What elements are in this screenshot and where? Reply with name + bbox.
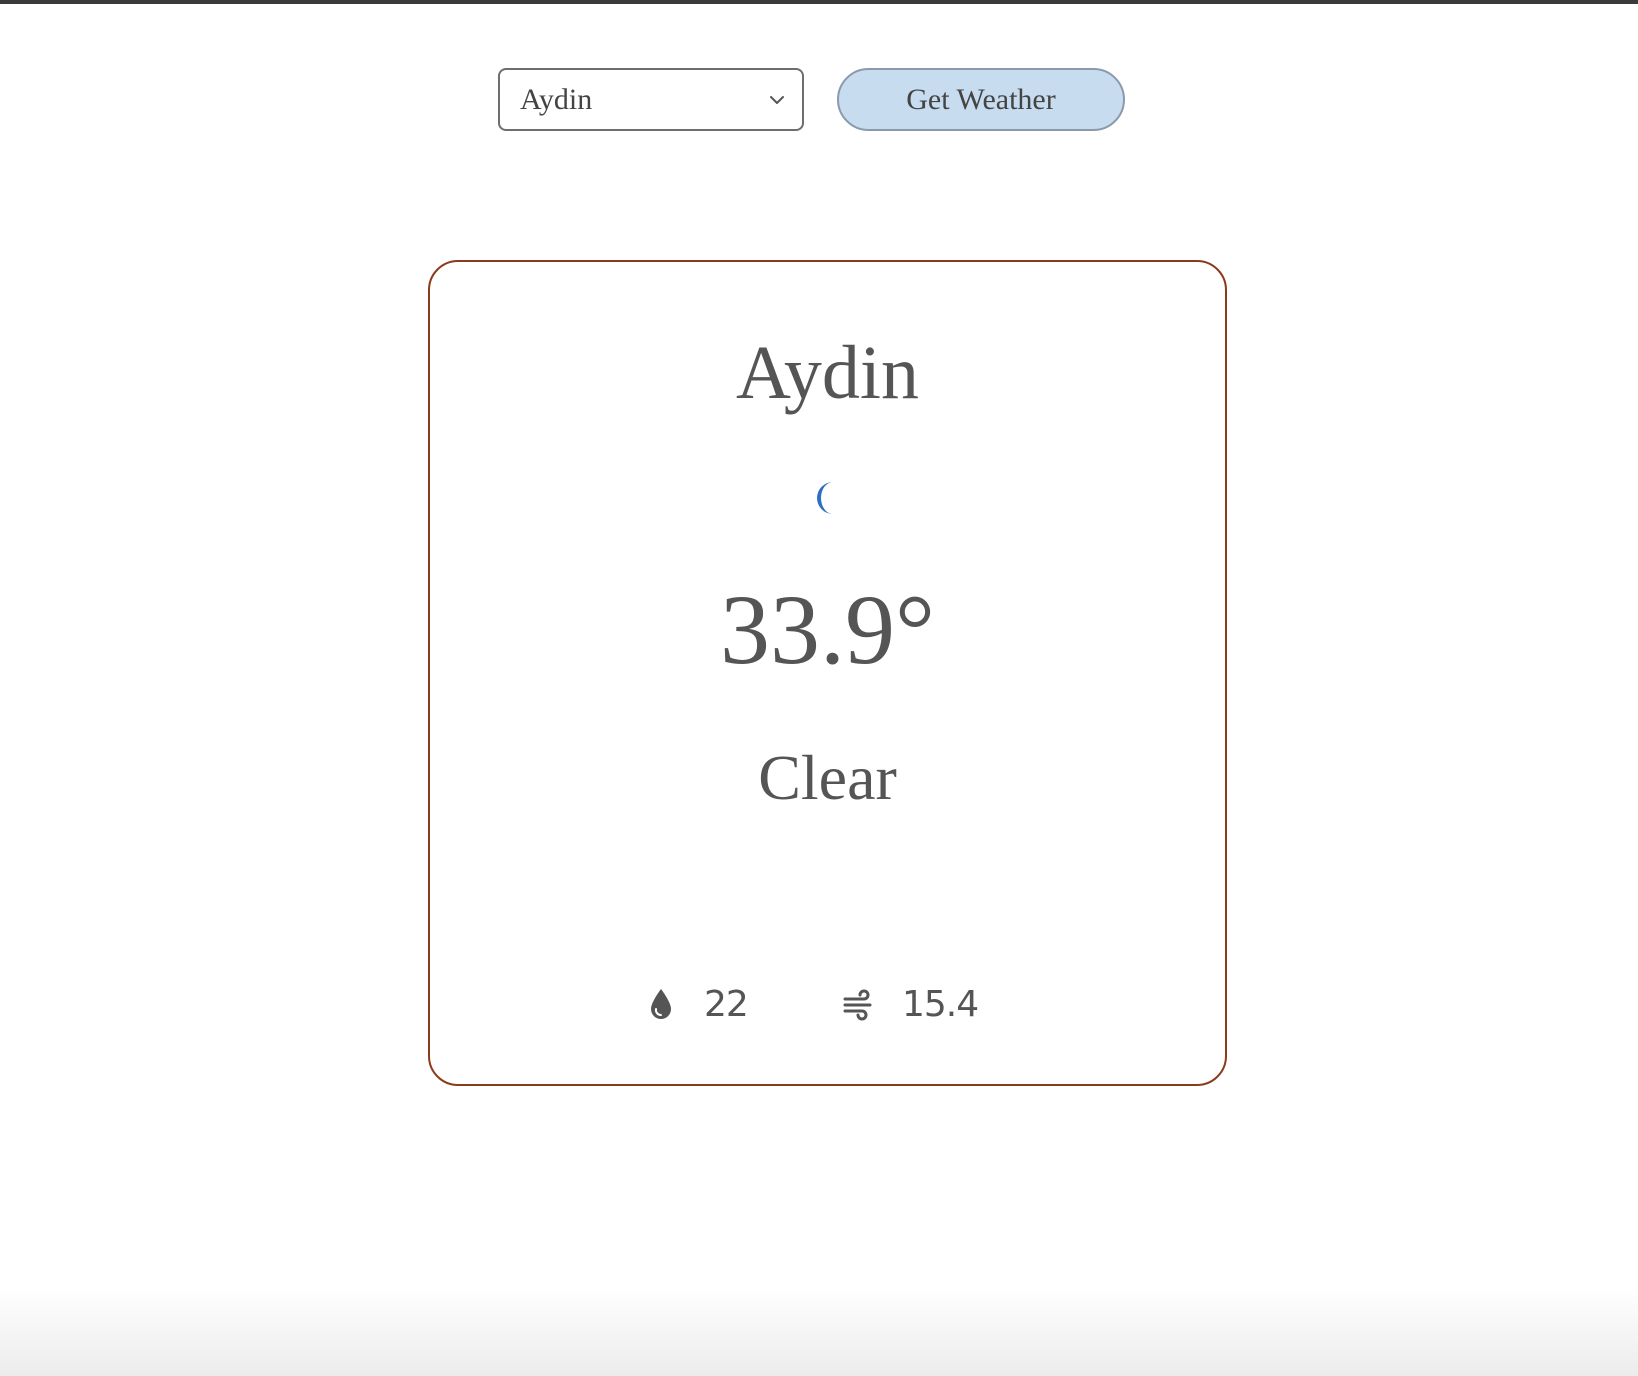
top-border [0, 0, 1638, 4]
bottom-fade [0, 1286, 1638, 1376]
wind-stat: 15.4 [842, 982, 979, 1026]
wind-value: 15.4 [902, 983, 979, 1025]
water-drop-icon [651, 989, 671, 1019]
chevron-down-icon [770, 95, 784, 104]
humidity-value: 22 [704, 983, 749, 1025]
wind-icon [843, 989, 872, 1021]
city-name: Aydin [735, 331, 920, 415]
humidity-stat: 22 [648, 982, 749, 1026]
temperature: 33.9° [720, 574, 935, 685]
city-select[interactable]: Aydin [498, 68, 804, 131]
city-select-value: Aydin [520, 82, 593, 116]
condition-text: Clear [758, 742, 897, 813]
moon-icon [817, 482, 833, 514]
weather-card: Aydin 33.9° Clear 22 15.4 [428, 260, 1227, 1086]
get-weather-button[interactable]: Get Weather [837, 68, 1125, 131]
